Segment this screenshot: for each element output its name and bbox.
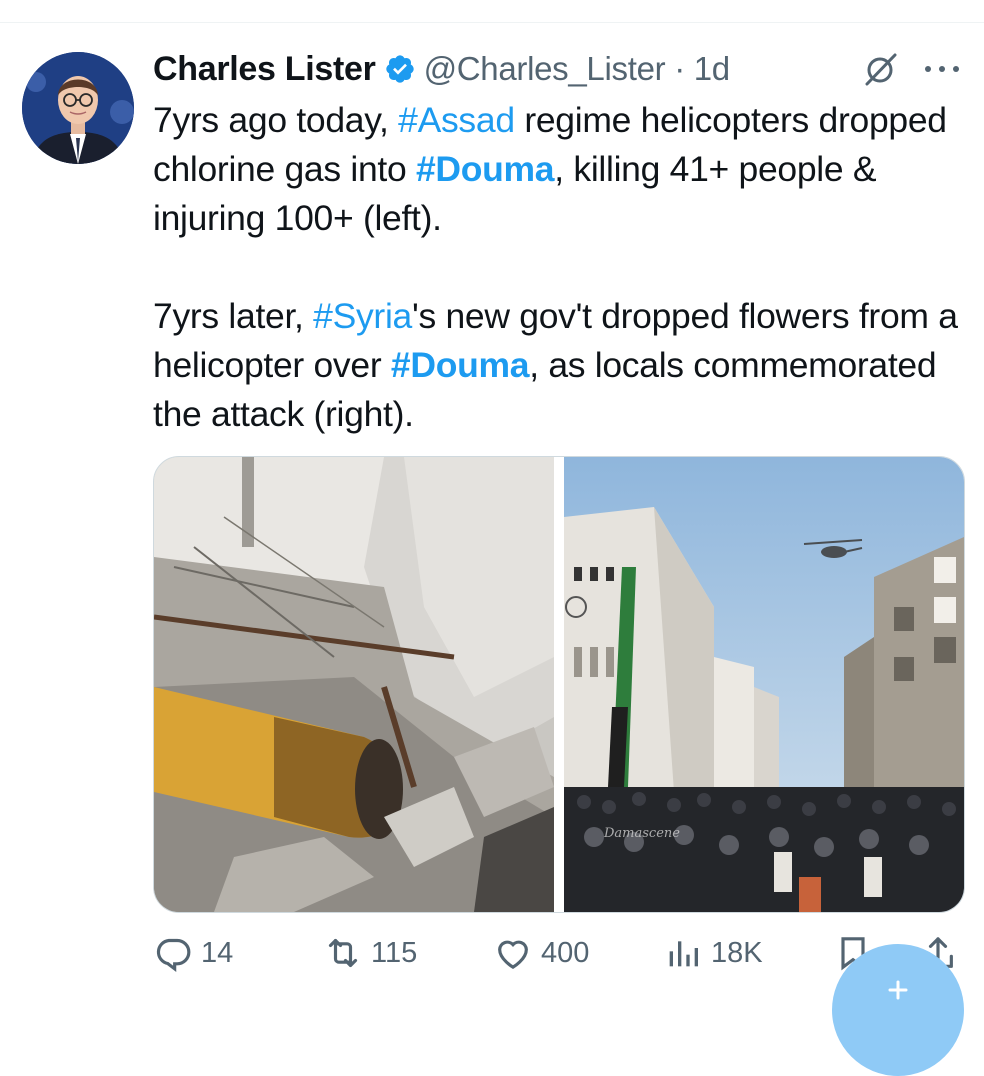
author-name[interactable]: Charles Lister	[153, 50, 376, 89]
rubble-cylinder-image	[154, 457, 554, 912]
plus-icon	[888, 980, 908, 1000]
reply-icon	[156, 938, 191, 973]
views-button[interactable]: 18K	[663, 925, 763, 981]
views-chart-icon	[669, 941, 698, 967]
tweet-text: 7yrs ago today, #Assad regime helicopter…	[153, 96, 963, 439]
repost-icon	[328, 938, 358, 968]
tweet-paragraph-2: 7yrs later, #Syria's new gov't dropped f…	[153, 292, 963, 439]
verified-badge-icon	[385, 55, 414, 83]
avatar-photo	[22, 52, 134, 164]
compose-button[interactable]	[832, 944, 964, 1076]
hashtag-syria[interactable]: #Syria	[313, 296, 412, 336]
tweet-header: Charles Lister @Charles_Lister · 1d	[153, 46, 730, 92]
text-run: 7yrs later,	[153, 296, 314, 336]
helicopter-crowd-image: Damascene	[564, 457, 964, 912]
photo-watermark: Damascene	[603, 826, 680, 841]
reply-button[interactable]: 14	[153, 925, 233, 981]
text-run: 7yrs ago today,	[153, 100, 399, 140]
heart-icon	[498, 940, 528, 970]
more-options-icon[interactable]	[920, 58, 964, 80]
like-button[interactable]: 400	[493, 925, 589, 981]
photo-rubble-gas-cylinder[interactable]	[154, 457, 554, 912]
grok-icon[interactable]	[860, 50, 900, 90]
hashtag-douma[interactable]: #Douma	[391, 345, 530, 385]
author-handle-time[interactable]: @Charles_Lister · 1d	[424, 50, 731, 88]
hashtag-assad[interactable]: #Assad	[398, 100, 515, 140]
top-divider	[0, 22, 984, 23]
hashtag-douma[interactable]: #Douma	[416, 149, 555, 189]
repost-count: 115	[371, 936, 418, 969]
like-count: 400	[541, 936, 590, 969]
photo-helicopter-crowd[interactable]: Damascene	[564, 457, 964, 912]
repost-button[interactable]: 115	[323, 925, 417, 981]
view-count: 18K	[711, 936, 763, 969]
reply-count: 14	[201, 936, 234, 969]
media-grid: Damascene	[153, 456, 965, 913]
avatar[interactable]	[22, 52, 134, 164]
tweet-paragraph-1: 7yrs ago today, #Assad regime helicopter…	[153, 96, 963, 243]
